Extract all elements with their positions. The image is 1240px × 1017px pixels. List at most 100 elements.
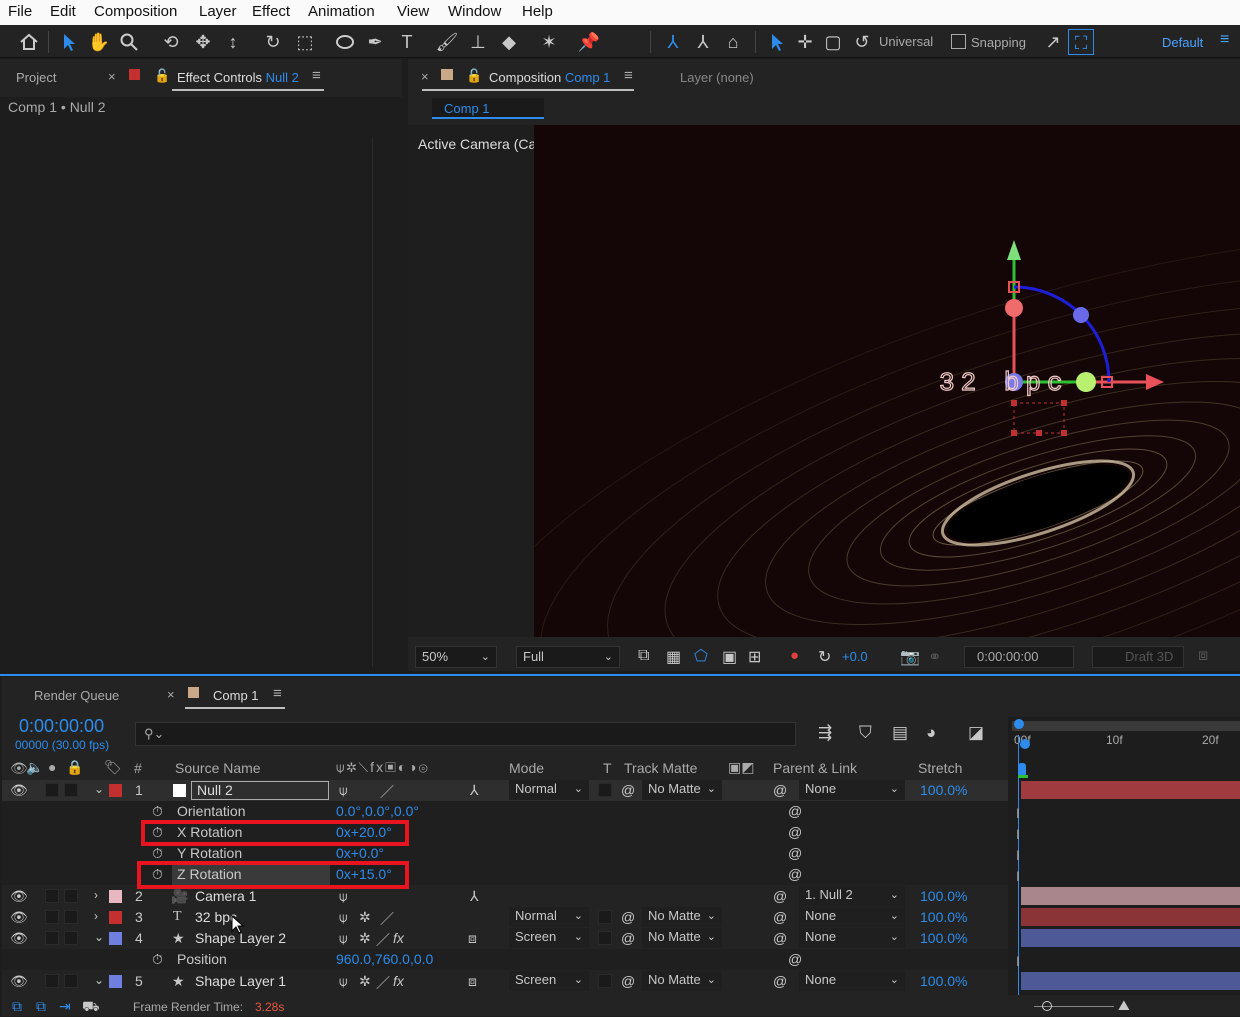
work-area-bar[interactable] xyxy=(1012,721,1240,731)
composition-mini-flowchart-icon[interactable]: ⇶ xyxy=(818,723,832,743)
local-axis-icon[interactable]: ⅄ xyxy=(660,29,686,55)
comp-canvas[interactable]: 32 bpc xyxy=(534,125,1240,637)
expression-pick-whip-icon[interactable]: @ xyxy=(788,951,802,967)
prop-value[interactable]: 0.0°,0.0°,0.0° xyxy=(336,803,419,819)
layer-row-shape-layer-2[interactable]: 👁 ⌄ 4 ★ Shape Layer 2 ⍦ ✲ ／ fx ⧈ Screen ⌄… xyxy=(2,928,1010,949)
solo-toggle[interactable] xyxy=(45,889,59,903)
solo-toggle[interactable] xyxy=(45,783,59,797)
workspace-default[interactable]: Default xyxy=(1162,35,1203,50)
parent-dropdown[interactable]: None ⌄ xyxy=(799,971,905,991)
gizmo-scale-icon[interactable]: ▢ xyxy=(820,29,846,55)
world-axis-icon[interactable]: ⅄ xyxy=(690,29,716,55)
lock-toggle[interactable] xyxy=(64,910,78,924)
mode-dropdown[interactable]: Normal ⌄ xyxy=(509,907,589,927)
stretch-value[interactable]: 100.0% xyxy=(920,973,967,989)
stretch-value[interactable]: 100.0% xyxy=(920,782,967,798)
preserve-transparency-toggle[interactable] xyxy=(598,974,612,988)
preserve-transparency-toggle[interactable] xyxy=(598,783,612,797)
viewer[interactable]: Active Camera (Camera 1) 32 bpc xyxy=(408,125,1240,637)
pick-whip-icon[interactable]: @ xyxy=(773,782,787,798)
zoom-tool-icon[interactable] xyxy=(116,29,142,55)
keyframe-marker-icon[interactable]: I xyxy=(1016,953,1020,969)
track-matte-dropdown[interactable]: No Matte ⌄ xyxy=(642,971,722,991)
lock-toggle[interactable] xyxy=(64,783,78,797)
resolution-dropdown[interactable]: Full ⌄ xyxy=(516,646,620,668)
snapping-checkbox[interactable] xyxy=(951,34,966,49)
fast-preview-icon[interactable]: ⧉ xyxy=(638,647,649,665)
exposure-reset-icon[interactable]: ↻ xyxy=(818,647,831,667)
close-icon[interactable]: × xyxy=(421,69,429,84)
timecode-field[interactable]: 0:00:00:00 xyxy=(964,646,1074,668)
home-icon[interactable] xyxy=(16,29,42,55)
comp-subtab[interactable]: Comp 1 xyxy=(432,98,544,119)
layer-bar-camera1[interactable] xyxy=(1021,887,1240,905)
collapse-switch-icon[interactable]: ✲ xyxy=(359,909,371,926)
panel-menu-icon[interactable]: ≡ xyxy=(273,685,282,702)
layer-bar-shape-layer-2[interactable] xyxy=(1021,929,1240,947)
zoom-in-mountain-icon[interactable]: ⛰ xyxy=(1118,997,1130,1014)
zoom-dropdown[interactable]: 50% ⌄ xyxy=(415,646,497,668)
clone-stamp-icon[interactable]: ⊥ xyxy=(465,29,491,55)
pan-behind-icon[interactable]: ⬚ xyxy=(292,29,318,55)
3d-layer-icon[interactable]: ⅄ xyxy=(470,888,479,905)
tab-layer[interactable]: Layer (none) xyxy=(680,70,754,85)
chevron-down-icon[interactable]: ⌄ xyxy=(94,930,104,944)
shy-switch-icon[interactable]: ⍦ xyxy=(339,782,347,799)
shy-switch-icon[interactable]: ⍦ xyxy=(339,888,347,905)
quality-switch-icon[interactable]: ／ xyxy=(376,930,390,950)
zoom-slider-handle[interactable] xyxy=(1042,1001,1052,1011)
snap-options-icon[interactable]: ↗ xyxy=(1040,29,1066,55)
fx-switch-icon[interactable]: fx xyxy=(393,930,404,946)
shy-switch-icon[interactable]: ⍦ xyxy=(339,930,347,947)
header-stretch[interactable]: Stretch xyxy=(918,760,962,776)
pick-whip-icon[interactable]: @ xyxy=(773,909,787,925)
stretch-value[interactable]: 100.0% xyxy=(920,930,967,946)
brush-tool-icon[interactable]: 🖌 xyxy=(434,29,460,55)
prop-row-position[interactable]: ⏱ Position 960.0,760.0,0.0 @ xyxy=(2,949,1010,970)
layer-bar-null2[interactable] xyxy=(1021,781,1240,799)
menu-layer[interactable]: Layer xyxy=(199,3,237,20)
stopwatch-icon[interactable]: ⏱ xyxy=(152,951,163,968)
spiral-link-icon[interactable]: @ xyxy=(621,930,635,946)
layer-name-field[interactable]: Null 2 xyxy=(191,781,329,800)
menu-help[interactable]: Help xyxy=(522,3,553,20)
collapse-switch-icon[interactable]: ✲ xyxy=(359,973,371,990)
expression-pick-whip-icon[interactable]: @ xyxy=(788,866,802,882)
label-color[interactable] xyxy=(109,932,122,945)
channel-icon[interactable]: ● xyxy=(790,647,799,664)
lock-toggle[interactable] xyxy=(64,931,78,945)
mode-dropdown[interactable]: Screen ⌄ xyxy=(509,971,589,991)
tab-render-queue[interactable]: Render Queue xyxy=(34,688,119,703)
lock-toggle[interactable] xyxy=(64,974,78,988)
prop-value[interactable]: 0x+0.0° xyxy=(336,845,384,861)
tab-effect-controls[interactable]: Effect Controls Null 2 xyxy=(177,70,299,85)
menu-view[interactable]: View xyxy=(397,3,429,20)
tab-project[interactable]: Project xyxy=(16,70,56,85)
layer-row-32bpc[interactable]: 👁 › 3 T 32 bpc ⍦ ✲ ／ Normal ⌄ @ No Matte ⌄… xyxy=(2,907,1010,928)
keyframe-marker-icon[interactable]: I xyxy=(1016,805,1020,821)
track-matte-dropdown[interactable]: No Matte ⌄ xyxy=(642,907,722,927)
menu-composition[interactable]: Composition xyxy=(94,3,177,20)
work-area-start-handle[interactable] xyxy=(1014,719,1024,729)
panel-menu-icon[interactable]: ≡ xyxy=(312,67,321,84)
chevron-right-icon[interactable]: › xyxy=(94,888,98,902)
layer-bar-32bpc[interactable] xyxy=(1021,908,1240,926)
stopwatch-icon[interactable]: ⏱ xyxy=(152,845,163,862)
current-time[interactable]: 0:00:00:00 xyxy=(19,716,104,737)
track-matte-dropdown[interactable]: No Matte ⌄ xyxy=(642,780,722,800)
label-color[interactable] xyxy=(109,784,122,797)
lock-icon[interactable]: 🔓 xyxy=(466,68,482,84)
layer-row-camera1[interactable]: 👁 › 2 🎥 Camera 1 ⍦ ⅄ @ 1. Null 2 ⌄ 100.0% xyxy=(2,886,1010,907)
3d-cube-icon[interactable]: ⧈ xyxy=(468,930,477,947)
keyframe-marker-icon[interactable]: I xyxy=(1016,847,1020,863)
render-time-toggle-icon[interactable]: ⛟ xyxy=(82,998,100,1017)
ellipse-tool-icon[interactable] xyxy=(332,29,358,55)
type-tool-icon[interactable]: T xyxy=(394,29,420,55)
chevron-right-icon[interactable]: › xyxy=(94,909,98,923)
label-color[interactable] xyxy=(109,911,122,924)
label-color[interactable] xyxy=(109,890,122,903)
quality-switch-icon[interactable]: ／ xyxy=(380,782,394,802)
expression-pick-whip-icon[interactable]: @ xyxy=(788,803,802,819)
layer-name[interactable]: Camera 1 xyxy=(195,888,256,904)
workspace-menu-icon[interactable]: ≡ xyxy=(1220,31,1229,49)
